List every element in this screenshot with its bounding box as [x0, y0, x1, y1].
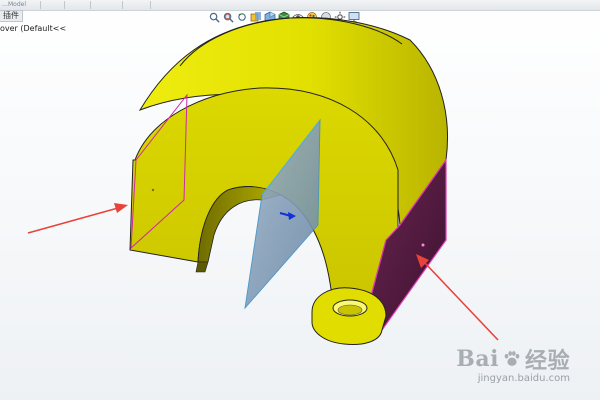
plane-origin-dot [151, 188, 155, 192]
lug-hole-inner [337, 304, 363, 316]
right-annotation-arrow [416, 254, 499, 341]
baidu-jingyan-watermark: Bai 经验 jingyan.baidu.com [456, 343, 570, 384]
watermark-logo: Bai 经验 [456, 343, 570, 375]
watermark-logo-text-left: Bai [456, 346, 499, 372]
face-selection-dot [421, 243, 425, 247]
watermark-logo-text-right: 经验 [524, 348, 570, 374]
left-annotation-arrow [27, 203, 128, 234]
left-leg-inner-side [195, 261, 209, 273]
graphics-area[interactable] [0, 0, 600, 400]
watermark-url: jingyan.baidu.com [477, 373, 570, 384]
paw-print-icon [504, 351, 520, 366]
